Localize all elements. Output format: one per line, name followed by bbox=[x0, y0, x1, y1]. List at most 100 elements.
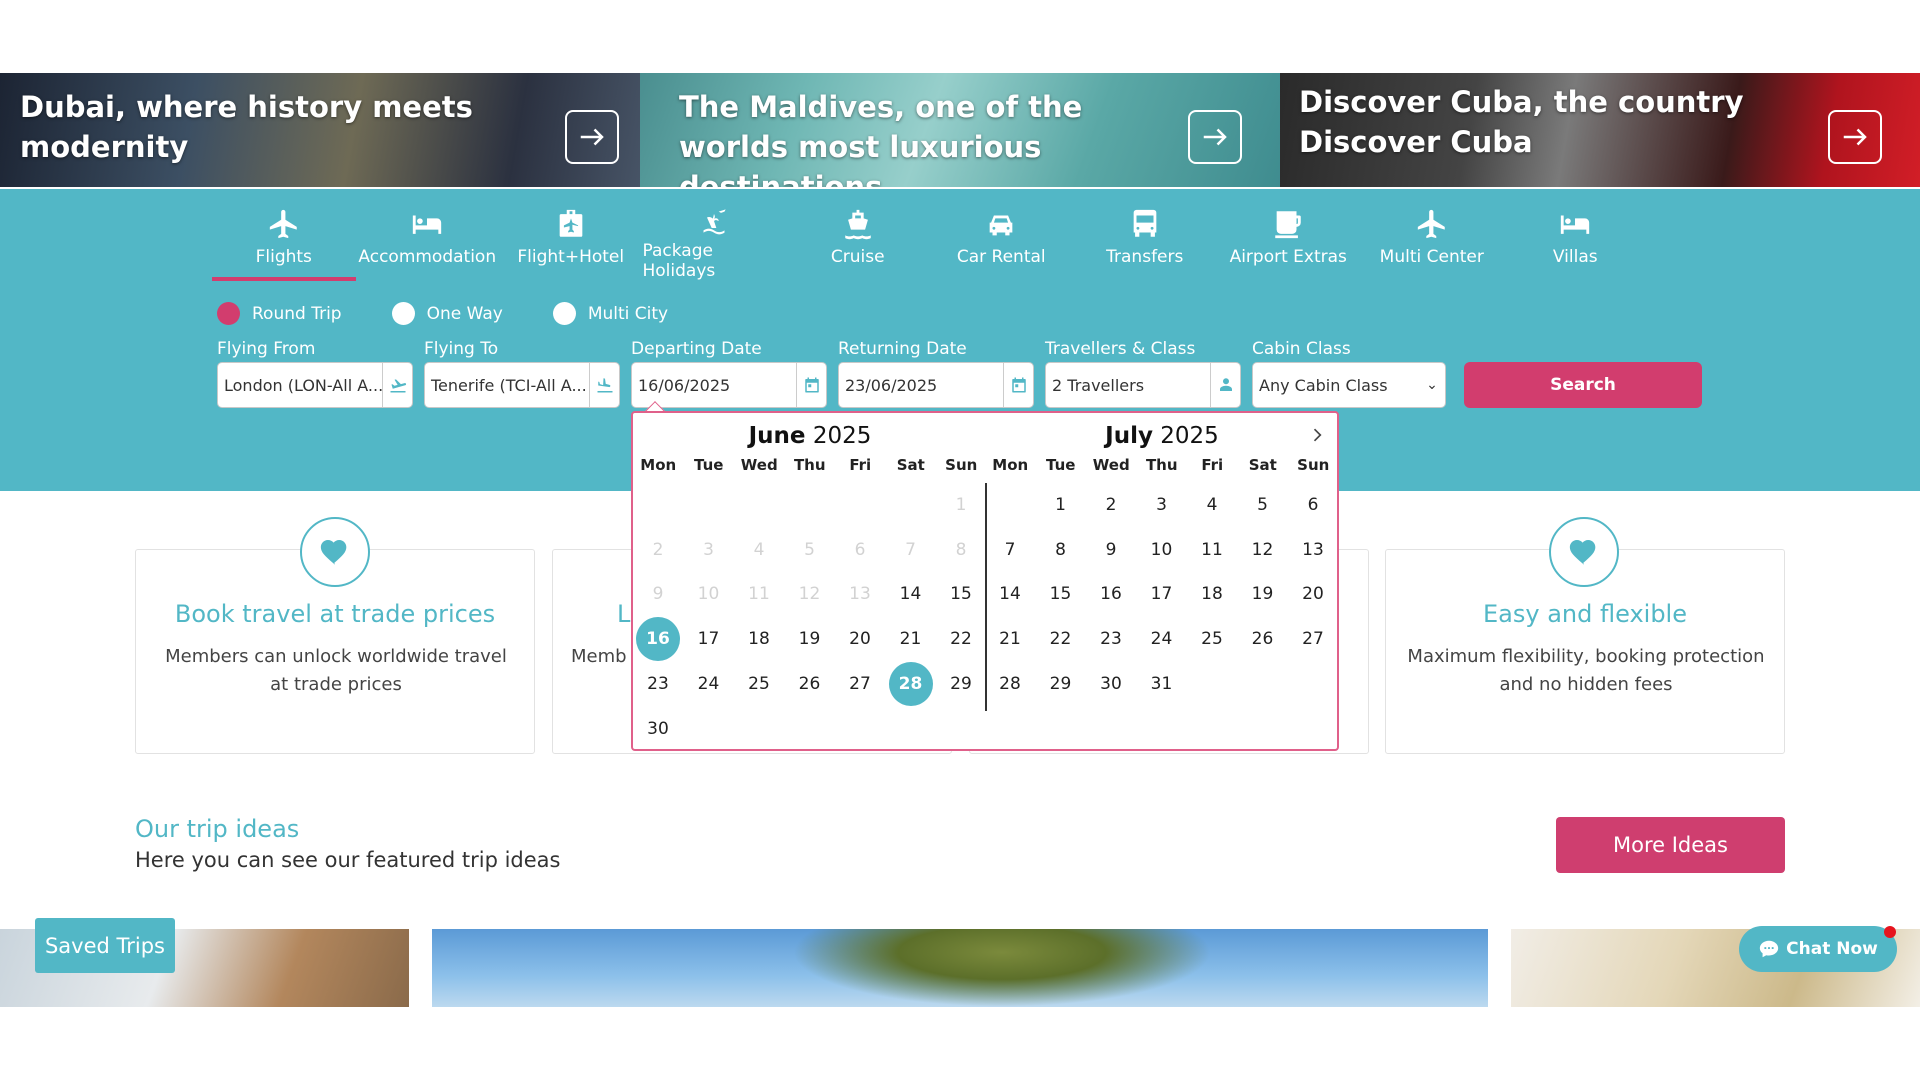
calendar-day[interactable]: 17 bbox=[687, 617, 731, 661]
calendar-day[interactable]: 19 bbox=[1241, 572, 1285, 616]
tab-car-rental[interactable]: Car Rental bbox=[930, 189, 1074, 281]
travellers-field[interactable]: 2 Travellers bbox=[1045, 362, 1241, 408]
calendar-day[interactable]: 13 bbox=[1291, 528, 1335, 572]
tab-multi-center[interactable]: Multi Center bbox=[1360, 189, 1504, 281]
from-field[interactable]: London (LON-All A... bbox=[217, 362, 413, 408]
radio-one-way[interactable]: One Way bbox=[391, 302, 503, 325]
calendar-day[interactable]: 24 bbox=[687, 662, 731, 706]
calendar-day[interactable]: 16 bbox=[636, 617, 680, 662]
trip-type-group: Round Trip One Way Multi City bbox=[217, 302, 718, 325]
calendar-day: 2 bbox=[652, 539, 664, 560]
calendar-day[interactable]: 26 bbox=[1241, 617, 1285, 661]
banner-dubai[interactable]: Dubai, where history meets modernity bbox=[0, 73, 640, 187]
from-label: Flying From bbox=[217, 339, 316, 359]
tab-airport-extras[interactable]: Airport Extras bbox=[1217, 189, 1361, 281]
banner-arrow-button[interactable] bbox=[565, 110, 619, 164]
calendar-icon bbox=[1003, 363, 1033, 407]
calendar-day[interactable]: 2 bbox=[1089, 483, 1133, 527]
more-ideas-button[interactable]: More Ideas bbox=[1556, 817, 1785, 873]
return-date-field[interactable]: 23/06/2025 bbox=[838, 362, 1034, 408]
calendar-day[interactable]: 18 bbox=[1190, 572, 1234, 616]
saved-trips-button[interactable]: Saved Trips bbox=[35, 918, 175, 973]
tab-cruise[interactable]: Cruise bbox=[786, 189, 930, 281]
calendar-day[interactable]: 20 bbox=[1291, 572, 1335, 616]
calendar-day[interactable]: 29 bbox=[1039, 662, 1083, 706]
calendar-day[interactable]: 14 bbox=[889, 572, 933, 616]
calendar-day[interactable]: 27 bbox=[1291, 617, 1335, 661]
calendar-day[interactable]: 15 bbox=[939, 572, 983, 616]
search-button[interactable]: Search bbox=[1464, 362, 1702, 408]
calendar-day[interactable]: 4 bbox=[1190, 483, 1234, 527]
tab-flights[interactable]: Flights bbox=[212, 189, 356, 281]
calendar-day: 12 bbox=[798, 584, 821, 605]
to-field[interactable]: Tenerife (TCI-All A... bbox=[424, 362, 620, 408]
calendar-day[interactable]: 3 bbox=[1140, 483, 1184, 527]
calendar-day[interactable]: 24 bbox=[1140, 617, 1184, 661]
calendar-day[interactable]: 9 bbox=[1089, 528, 1133, 572]
calendar-day[interactable]: 22 bbox=[1039, 617, 1083, 661]
tab-flight-hotel[interactable]: Flight+Hotel bbox=[499, 189, 643, 281]
calendar-day[interactable]: 23 bbox=[1089, 617, 1133, 661]
calendar-day[interactable]: 30 bbox=[636, 707, 680, 751]
departure-plane-icon bbox=[382, 363, 412, 407]
weekday-label: Thu bbox=[1145, 456, 1178, 474]
depart-label: Departing Date bbox=[631, 339, 762, 359]
calendar-day[interactable]: 27 bbox=[838, 662, 882, 706]
calendar-day[interactable]: 5 bbox=[1241, 483, 1285, 527]
calendar-day: 7 bbox=[905, 539, 916, 560]
tab-label: Car Rental bbox=[956, 247, 1046, 267]
coffee-icon bbox=[1275, 211, 1301, 239]
radio-round-trip[interactable]: Round Trip bbox=[217, 302, 342, 325]
calendar-day[interactable]: 21 bbox=[889, 617, 933, 661]
tab-transfers[interactable]: Transfers bbox=[1073, 189, 1217, 281]
banner-arrow-button[interactable] bbox=[1188, 110, 1242, 164]
tab-package-holidays[interactable]: Package Holidays bbox=[643, 189, 787, 281]
calendar-day[interactable]: 30 bbox=[1089, 662, 1133, 706]
calendar-day[interactable]: 11 bbox=[1190, 528, 1234, 572]
calendar-day[interactable]: 6 bbox=[1291, 483, 1335, 527]
calendar-day[interactable]: 16 bbox=[1089, 572, 1133, 616]
calendar-day[interactable]: 19 bbox=[788, 617, 832, 661]
calendar-day[interactable]: 28 bbox=[888, 661, 933, 706]
cabin-class-select[interactable]: Any Cabin Class ⌄ bbox=[1252, 362, 1446, 408]
banner-maldives[interactable]: The Maldives, one of the worlds most lux… bbox=[640, 73, 1280, 187]
calendar-day[interactable]: 17 bbox=[1140, 572, 1184, 616]
calendar-day[interactable]: 7 bbox=[988, 528, 1032, 572]
tab-accommodation[interactable]: Accommodation bbox=[356, 189, 500, 281]
depart-date-field[interactable]: 16/06/2025 bbox=[631, 362, 827, 408]
calendar-day[interactable]: 20 bbox=[838, 617, 882, 661]
weekday-label: Wed bbox=[740, 456, 778, 474]
calendar-day[interactable]: 25 bbox=[1190, 617, 1234, 661]
chat-now-button[interactable]: Chat Now bbox=[1739, 926, 1897, 972]
calendar-day[interactable]: 23 bbox=[636, 662, 680, 706]
calendar-day[interactable]: 14 bbox=[988, 572, 1032, 616]
calendar-day[interactable]: 8 bbox=[1039, 528, 1083, 572]
weekday-label: Fri bbox=[1201, 456, 1224, 474]
month-name: June bbox=[748, 423, 806, 449]
calendar-day[interactable]: 26 bbox=[788, 662, 832, 706]
calendar-day[interactable]: 25 bbox=[737, 662, 781, 706]
tab-villas[interactable]: Villas bbox=[1504, 189, 1648, 281]
calendar-day[interactable]: 10 bbox=[1140, 528, 1184, 572]
calendar-day[interactable]: 18 bbox=[737, 617, 781, 661]
ideas-subtitle: Here you can see our featured trip ideas bbox=[135, 848, 561, 872]
calendar-day[interactable]: 15 bbox=[1039, 572, 1083, 616]
trip-idea-tile[interactable] bbox=[432, 929, 1488, 1007]
radio-multi-city[interactable]: Multi City bbox=[552, 302, 668, 325]
month-divider bbox=[985, 483, 987, 711]
weekday-header: Mon Tue Wed Thu Fri Sat Sun bbox=[985, 456, 1339, 474]
weekday-header: Mon Tue Wed Thu Fri Sat Sun bbox=[633, 456, 987, 474]
calendar-day: 4 bbox=[753, 539, 765, 560]
calendar-day[interactable]: 31 bbox=[1140, 662, 1184, 706]
chevron-right-icon[interactable] bbox=[1307, 425, 1327, 445]
calendar-day[interactable]: 28 bbox=[988, 662, 1032, 706]
calendar-day[interactable]: 1 bbox=[1039, 483, 1083, 527]
banner-arrow-button[interactable] bbox=[1828, 110, 1882, 164]
travellers-label: Travellers & Class bbox=[1045, 339, 1196, 359]
banner-cuba[interactable]: Discover Cuba, the country Discover Cuba bbox=[1280, 73, 1920, 187]
chat-label: Chat Now bbox=[1786, 939, 1878, 959]
calendar-day[interactable]: 21 bbox=[988, 617, 1032, 661]
calendar-day[interactable]: 12 bbox=[1241, 528, 1285, 572]
calendar-day[interactable]: 22 bbox=[939, 617, 983, 661]
calendar-day[interactable]: 29 bbox=[939, 662, 983, 706]
